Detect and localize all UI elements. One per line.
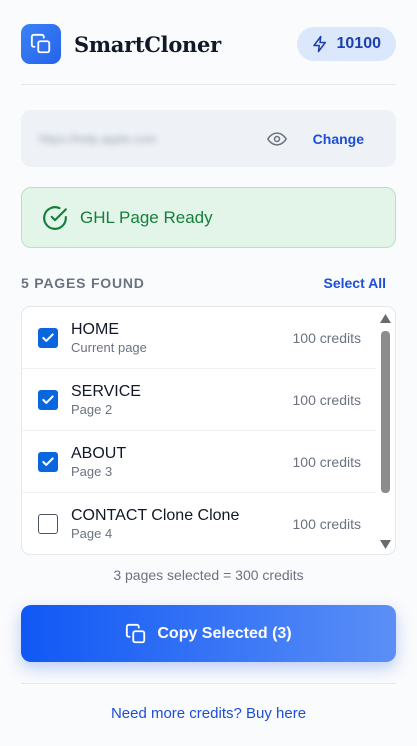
page-sub: Page 4 bbox=[71, 526, 113, 541]
page-name: SERVICE bbox=[71, 382, 141, 400]
page-credits: 100 credits bbox=[292, 329, 361, 346]
lightning-icon bbox=[312, 35, 326, 53]
page-sub: Page 2 bbox=[71, 401, 113, 417]
footer-divider bbox=[21, 683, 396, 684]
copy-icon bbox=[126, 623, 146, 643]
page-info: CONTACT Clone Clone Page 4 bbox=[71, 506, 293, 542]
change-button[interactable]: Change bbox=[313, 131, 364, 147]
pages-count-title: 5 PAGES FOUND bbox=[21, 275, 145, 291]
page-name: ABOUT bbox=[71, 444, 127, 462]
page-credits: 100 credits bbox=[292, 453, 361, 470]
page-credits: 100 credits bbox=[292, 391, 361, 408]
page-credits: 100 credits bbox=[292, 516, 361, 532]
eye-icon[interactable] bbox=[265, 127, 289, 151]
page-name: HOME bbox=[71, 320, 119, 338]
page-row[interactable]: SERVICE Page 2 100 credits bbox=[22, 369, 376, 431]
check-circle-icon bbox=[43, 205, 67, 230]
page-name: CONTACT Clone Clone bbox=[71, 507, 240, 524]
selection-summary: 3 pages selected = 300 credits bbox=[113, 567, 304, 583]
status-banner: GHL Page Ready bbox=[21, 187, 396, 248]
page-info: ABOUT Page 3 bbox=[71, 444, 293, 480]
credits-count: 10100 bbox=[336, 35, 382, 52]
page-row[interactable]: HOME Current page 100 credits bbox=[22, 307, 376, 369]
app-name: SmartCloner bbox=[74, 31, 221, 57]
page-row[interactable]: CONTACT Clone Clone Page 4 100 credits bbox=[22, 493, 376, 554]
header: SmartCloner 10100 bbox=[21, 24, 396, 64]
page-checkbox[interactable] bbox=[38, 514, 58, 534]
page-checkbox[interactable] bbox=[38, 389, 58, 410]
copy-logo-icon bbox=[21, 24, 61, 64]
page-checkbox[interactable] bbox=[38, 451, 58, 472]
check-icon bbox=[42, 332, 54, 342]
scrollbar[interactable] bbox=[376, 307, 395, 554]
select-all-button[interactable]: Select All bbox=[323, 275, 386, 291]
pages-list[interactable]: HOME Current page 100 credits SERVICE Pa… bbox=[21, 306, 396, 555]
page-sub: Current page bbox=[71, 339, 147, 355]
credits-badge[interactable]: 10100 bbox=[296, 27, 396, 61]
pages-header: 5 PAGES FOUND Select All bbox=[21, 274, 386, 292]
page-info: HOME Current page bbox=[71, 320, 293, 356]
page-sub: Page 3 bbox=[71, 463, 113, 479]
brand: SmartCloner bbox=[21, 24, 221, 64]
url-box: https://help.apple.com Change bbox=[21, 110, 396, 167]
page-info: SERVICE Page 2 bbox=[71, 382, 293, 418]
scroll-up-arrow-icon[interactable] bbox=[380, 314, 391, 323]
copy-button-label: Copy Selected (3) bbox=[157, 624, 292, 642]
check-icon bbox=[42, 394, 54, 404]
status-text: GHL Page Ready bbox=[80, 207, 213, 227]
check-icon bbox=[42, 456, 54, 466]
copy-selected-button[interactable]: Copy Selected (3) bbox=[21, 605, 396, 662]
page-checkbox[interactable] bbox=[38, 327, 58, 348]
url-text: https://help.apple.com bbox=[39, 131, 157, 146]
scrollbar-thumb[interactable] bbox=[381, 331, 390, 493]
scroll-down-arrow-icon[interactable] bbox=[380, 540, 391, 549]
header-divider bbox=[21, 84, 396, 85]
page-row[interactable]: ABOUT Page 3 100 credits bbox=[22, 431, 376, 493]
buy-credits-link[interactable]: Need more credits? Buy here bbox=[0, 705, 417, 722]
